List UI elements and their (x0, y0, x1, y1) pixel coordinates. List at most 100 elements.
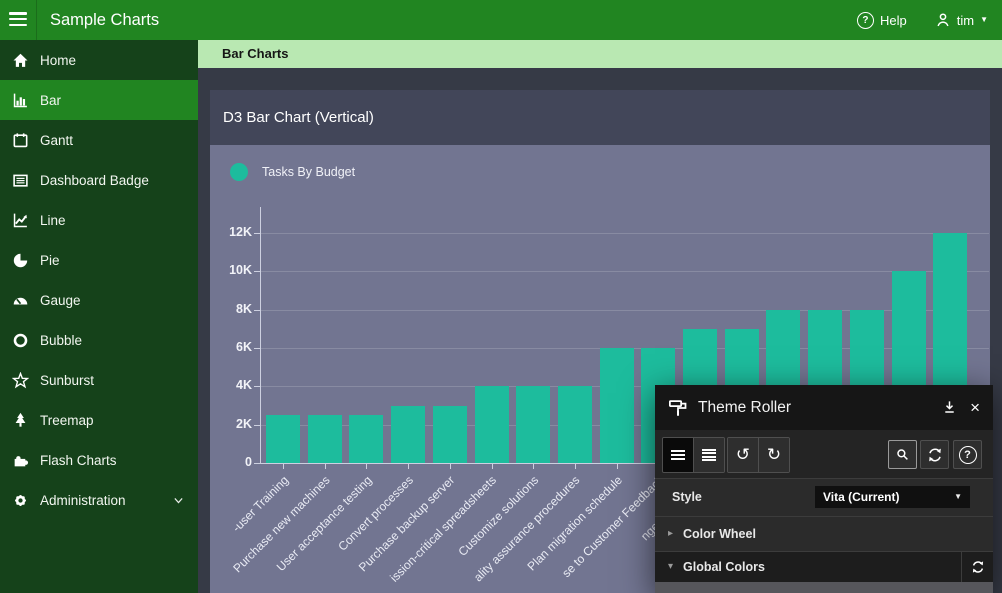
x-tick (533, 463, 534, 469)
help-panel-button[interactable]: ? (953, 440, 982, 469)
gear-icon (11, 491, 29, 509)
x-tick (450, 463, 451, 469)
sidebar: Home Bar Gantt Dashboard Badge Line Pie Gauge B… (0, 40, 198, 593)
app-window: Sample Charts ? Help tim ▼ Home Bar Gantt D… (0, 0, 1002, 593)
user-icon (935, 12, 951, 28)
legend-marker (230, 163, 248, 181)
sidebar-item-label: Home (40, 53, 76, 68)
sidebar-item-gauge[interactable]: Gauge (0, 280, 198, 320)
help-label: Help (880, 13, 907, 28)
help-icon: ? (959, 446, 977, 464)
theme-roller-title: Theme Roller (698, 399, 929, 417)
legend-label: Tasks By Budget (262, 165, 355, 179)
y-tick (254, 425, 260, 426)
topbar: Sample Charts ? Help tim ▼ (0, 0, 1002, 40)
sidebar-item-gantt[interactable]: Gantt (0, 120, 198, 160)
y-tick-label: 2K (210, 417, 252, 431)
topbar-divider (36, 0, 37, 40)
style-label: Style (672, 479, 702, 516)
x-tick (408, 463, 409, 469)
y-gridline (261, 233, 989, 234)
sidebar-item-dashboard-badge[interactable]: Dashboard Badge (0, 160, 198, 200)
sidebar-item-home[interactable]: Home (0, 40, 198, 80)
sidebar-item-label: Dashboard Badge (40, 173, 149, 188)
theme-roller-panel: Theme Roller × ↺ ↻ (655, 385, 993, 593)
bar[interactable] (433, 406, 467, 464)
user-menu[interactable]: tim ▼ (935, 12, 988, 28)
sidebar-item-treemap[interactable]: Treemap (0, 400, 198, 440)
bar[interactable] (308, 415, 342, 463)
y-tick (254, 310, 260, 311)
close-icon[interactable]: × (970, 401, 980, 415)
y-tick-label: 12K (210, 225, 252, 239)
redo-icon: ↻ (767, 447, 781, 464)
help-icon: ? (857, 12, 874, 29)
x-tick (575, 463, 576, 469)
compact-view-button[interactable] (663, 438, 693, 472)
sidebar-item-label: Bubble (40, 333, 82, 348)
y-tick (254, 233, 260, 234)
sidebar-item-bubble[interactable]: Bubble (0, 320, 198, 360)
treemap-icon (11, 411, 29, 429)
sidebar-item-sunburst[interactable]: Sunburst (0, 360, 198, 400)
download-theme-button[interactable] (942, 400, 957, 415)
breadcrumb-band: Bar Charts (198, 40, 1002, 68)
y-tick (254, 463, 260, 464)
y-tick-label: 8K (210, 302, 252, 316)
sidebar-item-label: Treemap (40, 413, 94, 428)
section-global-colors[interactable]: ▾ Global Colors (655, 551, 993, 582)
bar[interactable] (600, 348, 634, 463)
legend-item[interactable]: Tasks By Budget (230, 163, 355, 181)
help-button[interactable]: ? Help (857, 12, 907, 29)
chevron-down-icon (172, 494, 185, 507)
chevron-down-icon: ▾ (668, 552, 673, 582)
chevron-down-icon: ▼ (980, 16, 988, 24)
sidebar-item-label: Flash Charts (40, 453, 117, 468)
chart-panel-header: D3 Bar Chart (Vertical) (210, 90, 990, 145)
sidebar-item-administration[interactable]: Administration (0, 480, 198, 520)
redo-button[interactable]: ↻ (758, 438, 789, 472)
bubble-icon (11, 331, 29, 349)
bar[interactable] (516, 386, 550, 463)
search-button[interactable] (888, 440, 917, 469)
sidebar-item-label: Gauge (40, 293, 81, 308)
sidebar-item-pie[interactable]: Pie (0, 240, 198, 280)
y-tick (254, 271, 260, 272)
bar[interactable] (558, 386, 592, 463)
section-content (655, 582, 993, 593)
refresh-icon (971, 560, 985, 574)
sidebar-item-label: Administration (40, 493, 126, 508)
bar[interactable] (391, 406, 425, 464)
user-label: tim (957, 13, 974, 28)
sidebar-item-bar[interactable]: Bar (0, 80, 198, 120)
search-icon (895, 447, 910, 462)
refresh-button[interactable] (920, 440, 949, 469)
section-color-wheel[interactable]: ▸ Color Wheel (655, 516, 993, 551)
bar-chart-icon (11, 91, 29, 109)
line-chart-icon (11, 211, 29, 229)
undo-icon: ↺ (736, 447, 750, 464)
detailed-view-button[interactable] (693, 438, 724, 472)
home-icon (11, 51, 29, 69)
undo-button[interactable]: ↺ (728, 438, 758, 472)
bar[interactable] (475, 386, 509, 463)
calendar-icon (11, 131, 29, 149)
chevron-down-icon: ▼ (954, 493, 962, 501)
gauge-icon (11, 291, 29, 309)
bar[interactable] (266, 415, 300, 463)
list-compact-icon (671, 448, 685, 463)
reset-colors-button[interactable] (961, 552, 993, 582)
x-tick (492, 463, 493, 469)
sidebar-item-line[interactable]: Line (0, 200, 198, 240)
sidebar-item-label: Pie (40, 253, 60, 268)
style-select[interactable]: Vita (Current) ▼ (815, 486, 970, 508)
sidebar-item-label: Gantt (40, 133, 73, 148)
style-select-value: Vita (Current) (823, 490, 899, 504)
flash-charts-icon (11, 451, 29, 469)
y-tick (254, 348, 260, 349)
x-tick (325, 463, 326, 469)
sidebar-item-flash-charts[interactable]: Flash Charts (0, 440, 198, 480)
page-title: Bar Charts (222, 40, 288, 68)
bar[interactable] (349, 415, 383, 463)
menu-icon[interactable] (9, 12, 29, 28)
